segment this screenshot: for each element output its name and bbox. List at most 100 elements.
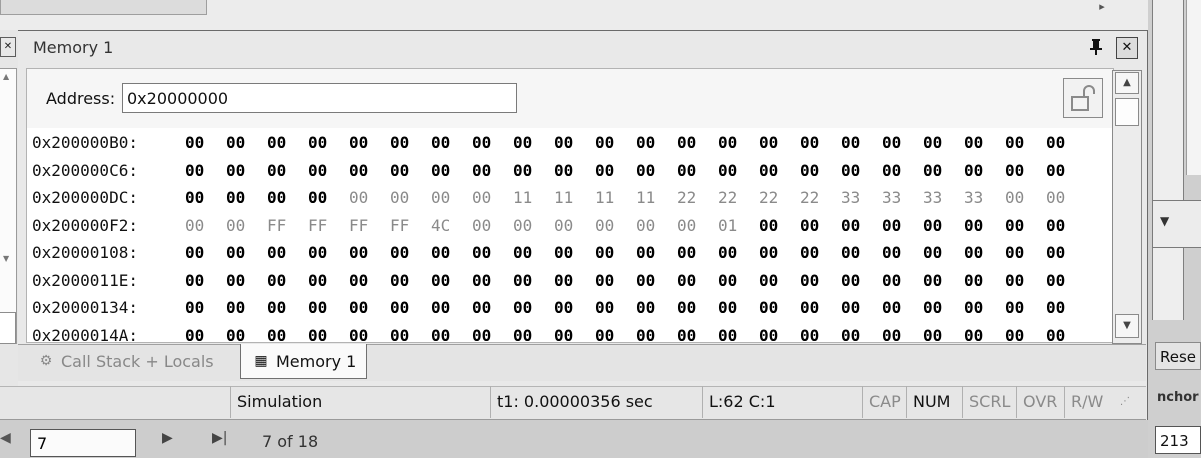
memory-byte[interactable]: FF (390, 215, 431, 237)
memory-byte[interactable]: 00 (882, 270, 923, 292)
memory-row[interactable]: 0x200000F2: 00 00 FF FF FF FF 4C 00 00 00 00 00 00 01 0… (32, 215, 1087, 237)
memory-byte[interactable]: 00 (185, 242, 226, 264)
right-pane-scrollbar[interactable] (1152, 0, 1184, 320)
reset-button[interactable]: Rese (1155, 342, 1201, 370)
scroll-up-icon[interactable]: ▲ (1115, 72, 1139, 94)
memory-byte[interactable]: FF (308, 215, 349, 237)
memory-byte[interactable]: 00 (1005, 242, 1046, 264)
memory-byte[interactable]: 00 (595, 297, 636, 319)
memory-byte[interactable]: 00 (636, 160, 677, 182)
memory-byte[interactable]: 00 (472, 132, 513, 154)
memory-byte[interactable]: 00 (882, 242, 923, 264)
memory-byte[interactable]: 00 (800, 270, 841, 292)
memory-byte[interactable]: 00 (718, 132, 759, 154)
memory-row[interactable]: 0x200000C6: 00 00 00 00 00 00 00 00 00 00 00 00 00 00 0… (32, 160, 1087, 182)
memory-byte[interactable]: 00 (1046, 242, 1087, 264)
memory-byte[interactable]: 00 (431, 160, 472, 182)
memory-pane-header[interactable] (18, 33, 1146, 65)
memory-byte[interactable]: 00 (1046, 160, 1087, 182)
lock-icon[interactable] (1063, 78, 1103, 118)
memory-byte[interactable]: 00 (267, 187, 308, 209)
memory-byte[interactable]: 00 (308, 132, 349, 154)
memory-byte[interactable]: 00 (513, 215, 554, 237)
memory-byte[interactable]: 00 (226, 242, 267, 264)
tab-memory-1[interactable]: ▦ Memory 1 (240, 344, 368, 379)
memory-byte[interactable]: 00 (595, 160, 636, 182)
memory-byte[interactable]: 00 (1005, 270, 1046, 292)
memory-byte[interactable]: 00 (636, 242, 677, 264)
memory-byte[interactable]: FF (349, 215, 390, 237)
memory-byte[interactable]: 00 (185, 187, 226, 209)
memory-byte[interactable]: 00 (554, 297, 595, 319)
memory-byte[interactable]: 00 (718, 270, 759, 292)
memory-byte[interactable]: 00 (1005, 132, 1046, 154)
memory-byte[interactable]: 22 (759, 187, 800, 209)
left-pane-scroll-up-icon[interactable]: ▲ (3, 72, 9, 81)
memory-byte[interactable]: 00 (1005, 160, 1046, 182)
memory-byte[interactable]: 00 (841, 215, 882, 237)
memory-byte[interactable]: 00 (1046, 187, 1087, 209)
memory-byte[interactable]: 00 (349, 242, 390, 264)
memory-byte[interactable]: 00 (431, 270, 472, 292)
memory-byte[interactable]: 00 (308, 242, 349, 264)
memory-byte[interactable]: 00 (513, 160, 554, 182)
memory-byte[interactable]: 22 (718, 187, 759, 209)
memory-byte[interactable]: 00 (718, 160, 759, 182)
memory-byte[interactable]: 00 (841, 160, 882, 182)
memory-byte[interactable]: 00 (759, 160, 800, 182)
last-record-icon[interactable]: ▶| (212, 430, 227, 446)
memory-byte[interactable]: 00 (267, 160, 308, 182)
memory-byte[interactable]: 00 (677, 132, 718, 154)
memory-byte[interactable]: 00 (800, 160, 841, 182)
memory-byte[interactable]: 00 (185, 132, 226, 154)
memory-row[interactable]: 0x200000DC: 00 00 00 00 00 00 00 00 11 11 11 11 22 22 2… (32, 187, 1087, 209)
memory-byte[interactable]: 00 (800, 297, 841, 319)
memory-byte[interactable]: 00 (554, 132, 595, 154)
memory-byte[interactable]: 00 (636, 215, 677, 237)
memory-byte[interactable]: 00 (841, 132, 882, 154)
memory-byte[interactable]: 00 (964, 270, 1005, 292)
memory-byte[interactable]: 00 (1005, 297, 1046, 319)
memory-byte[interactable]: 00 (226, 297, 267, 319)
memory-byte[interactable]: 00 (308, 297, 349, 319)
memory-byte[interactable]: 00 (718, 297, 759, 319)
memory-byte[interactable]: 00 (554, 160, 595, 182)
next-record-icon[interactable]: ▶ (162, 430, 173, 446)
memory-byte[interactable]: 00 (349, 132, 390, 154)
memory-byte[interactable]: 00 (554, 215, 595, 237)
memory-byte[interactable]: 00 (759, 270, 800, 292)
right-number-field[interactable]: 213 (1155, 426, 1201, 454)
memory-byte[interactable]: 11 (554, 187, 595, 209)
memory-byte[interactable]: 00 (882, 215, 923, 237)
memory-byte[interactable]: 00 (308, 160, 349, 182)
memory-byte[interactable]: 00 (923, 297, 964, 319)
memory-byte[interactable]: 00 (226, 160, 267, 182)
memory-byte[interactable]: 00 (513, 242, 554, 264)
memory-byte[interactable]: 00 (718, 242, 759, 264)
memory-byte[interactable]: 00 (800, 215, 841, 237)
memory-byte[interactable]: 00 (636, 132, 677, 154)
tab-call-stack-locals[interactable]: ⚙ Call Stack + Locals (30, 346, 220, 376)
memory-byte[interactable]: 00 (349, 160, 390, 182)
memory-byte[interactable]: FF (267, 215, 308, 237)
memory-byte[interactable]: 00 (923, 270, 964, 292)
memory-byte[interactable]: 00 (472, 215, 513, 237)
memory-byte[interactable]: 00 (595, 270, 636, 292)
memory-byte[interactable]: 00 (431, 132, 472, 154)
memory-row[interactable]: 0x200000B0: 00 00 00 00 00 00 00 00 00 00 00 00 00 00 0… (32, 132, 1087, 154)
memory-byte[interactable]: 00 (472, 160, 513, 182)
memory-byte[interactable]: 00 (185, 215, 226, 237)
memory-byte[interactable]: 00 (185, 160, 226, 182)
current-record-input[interactable] (30, 429, 136, 457)
memory-byte[interactable]: 00 (964, 215, 1005, 237)
memory-byte[interactable]: 00 (882, 297, 923, 319)
left-pane-close-icon[interactable]: ✕ (0, 37, 16, 57)
memory-byte[interactable]: 00 (349, 270, 390, 292)
memory-row[interactable]: 0x20000108: 00 00 00 00 00 00 00 00 00 00 00 00 00 00 0… (32, 242, 1087, 264)
memory-byte[interactable]: 00 (513, 297, 554, 319)
memory-byte[interactable]: 00 (513, 270, 554, 292)
memory-byte[interactable]: 00 (390, 270, 431, 292)
memory-byte[interactable]: 00 (964, 242, 1005, 264)
memory-byte[interactable]: 00 (226, 132, 267, 154)
memory-byte[interactable]: 00 (841, 242, 882, 264)
